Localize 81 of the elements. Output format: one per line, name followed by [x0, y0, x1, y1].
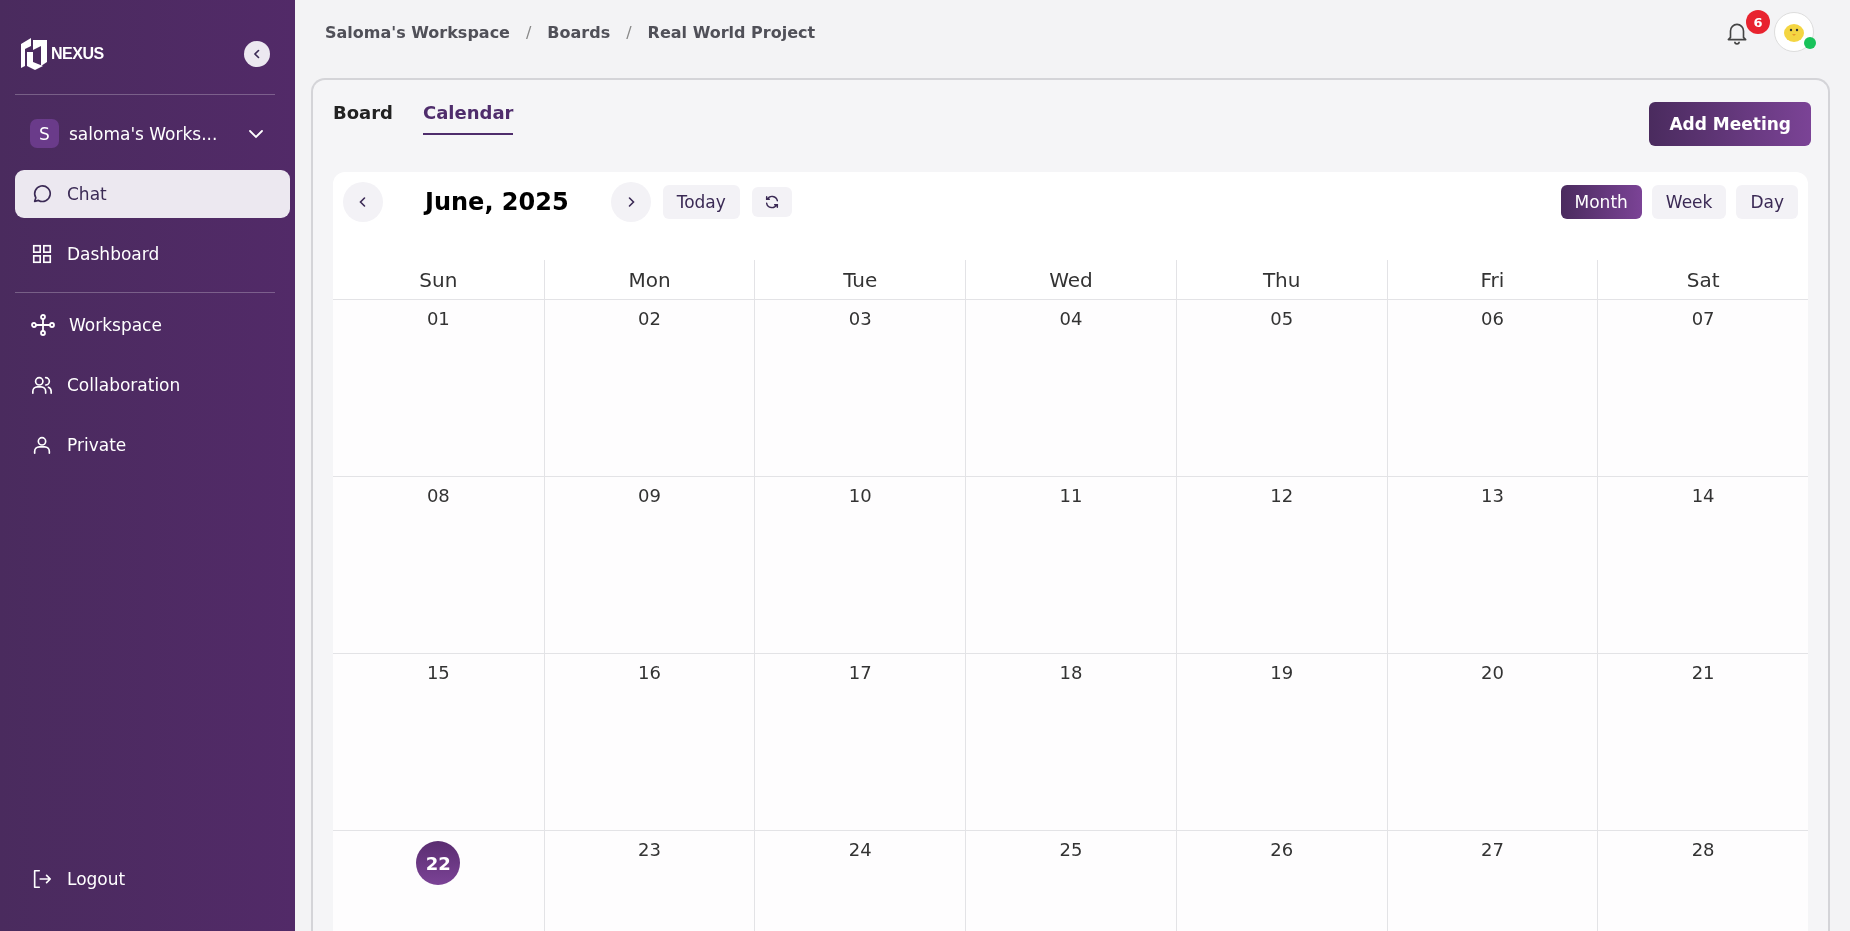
day-cell[interactable]: 21: [1597, 654, 1808, 831]
breadcrumb-link[interactable]: Boards: [547, 22, 611, 42]
day-number: 02: [638, 308, 661, 331]
nodes-icon: [31, 314, 55, 336]
chevron-down-icon: [248, 128, 264, 139]
calendar-view-button[interactable]: Day: [1736, 185, 1798, 219]
chat-bubble-icon: [31, 183, 53, 205]
day-number: 18: [1059, 662, 1083, 685]
day-cell[interactable]: 14: [1597, 477, 1808, 654]
day-number: 04: [1059, 308, 1083, 331]
sidebar-item[interactable]: Private: [15, 421, 290, 469]
day-number: 17: [848, 662, 872, 685]
day-number: 16: [638, 662, 661, 685]
view-tab[interactable]: Board: [333, 102, 393, 135]
day-cell[interactable]: 06: [1386, 300, 1598, 477]
day-number: 12: [1270, 485, 1294, 508]
logo-icon: [19, 36, 49, 72]
day-number: 19: [1270, 662, 1294, 685]
day-number: 20: [1480, 662, 1504, 685]
day-cell[interactable]: 03: [754, 300, 966, 477]
logout-icon: [31, 868, 53, 890]
day-number: 22: [416, 841, 461, 885]
day-cell[interactable]: 11: [965, 477, 1176, 654]
day-cell[interactable]: 05: [1175, 300, 1387, 477]
day-number: 24: [848, 839, 872, 862]
day-number: 28: [1691, 839, 1715, 862]
day-number: 09: [638, 485, 661, 508]
day-cell[interactable]: 18: [965, 654, 1176, 831]
refresh-icon: [763, 194, 780, 210]
refresh-button[interactable]: [751, 187, 792, 217]
day-number: 11: [1059, 485, 1083, 508]
notification-count: 6: [1746, 10, 1770, 34]
today-button[interactable]: Today: [662, 185, 740, 219]
day-number: 26: [1270, 839, 1294, 862]
day-cell[interactable]: 19: [1175, 654, 1387, 831]
day-cell[interactable]: 13: [1386, 477, 1598, 654]
day-cell[interactable]: 12: [1175, 477, 1387, 654]
day-cell[interactable]: 16: [543, 654, 755, 831]
day-number: 25: [1059, 839, 1083, 862]
month-title: June, 2025: [425, 188, 569, 216]
day-number: 07: [1691, 308, 1715, 331]
day-cell[interactable]: 20: [1386, 654, 1598, 831]
day-number: 06: [1480, 308, 1504, 331]
day-number: 14: [1691, 485, 1715, 508]
day-number: 23: [638, 839, 661, 862]
day-number: 27: [1480, 839, 1504, 862]
day-cell[interactable]: 09: [543, 477, 755, 654]
sidebar-item[interactable]: Chat: [15, 170, 290, 218]
breadcrumb-link[interactable]: Real World Project: [647, 22, 816, 42]
day-cell[interactable]: 10: [754, 477, 966, 654]
day-number: 13: [1480, 485, 1504, 508]
workspace-avatar: S: [30, 119, 59, 148]
calendar-view-button[interactable]: Month: [1560, 185, 1642, 219]
users-icon: [31, 374, 53, 396]
calendar-view-button[interactable]: Week: [1651, 185, 1727, 219]
day-number: 21: [1691, 662, 1715, 685]
day-cell[interactable]: 07: [1597, 300, 1808, 477]
day-number: 08: [426, 485, 450, 508]
workspace-name: saloma's Works...: [69, 123, 219, 144]
breadcrumb-link[interactable]: Saloma's Workspace: [325, 22, 510, 42]
day-number: 15: [426, 662, 450, 685]
day-cell[interactable]: 04: [965, 300, 1176, 477]
collapse-sidebar-button[interactable]: [244, 41, 270, 67]
day-cell[interactable]: 17: [754, 654, 966, 831]
day-number: 10: [848, 485, 872, 508]
breadcrumb-separator: /: [525, 22, 532, 42]
add-meeting-button[interactable]: Add Meeting: [1649, 102, 1811, 146]
sidebar-item[interactable]: Dashboard: [15, 230, 290, 278]
day-number: 03: [848, 308, 872, 331]
sidebar-item[interactable]: Collaboration: [15, 361, 290, 409]
day-number: 05: [1270, 308, 1294, 331]
grid-icon: [31, 243, 53, 265]
breadcrumb-separator: /: [626, 22, 632, 42]
logout-button[interactable]: Logout: [15, 855, 290, 903]
day-number: 01: [426, 308, 450, 331]
view-tab[interactable]: Calendar: [423, 102, 514, 135]
day-cell[interactable]: 02: [543, 300, 755, 477]
logo-text: NEXUS: [51, 45, 104, 63]
user-icon: [31, 434, 53, 456]
workspace-selector[interactable]: S saloma's Works...: [15, 95, 280, 162]
sidebar-item[interactable]: Workspace: [15, 301, 290, 349]
